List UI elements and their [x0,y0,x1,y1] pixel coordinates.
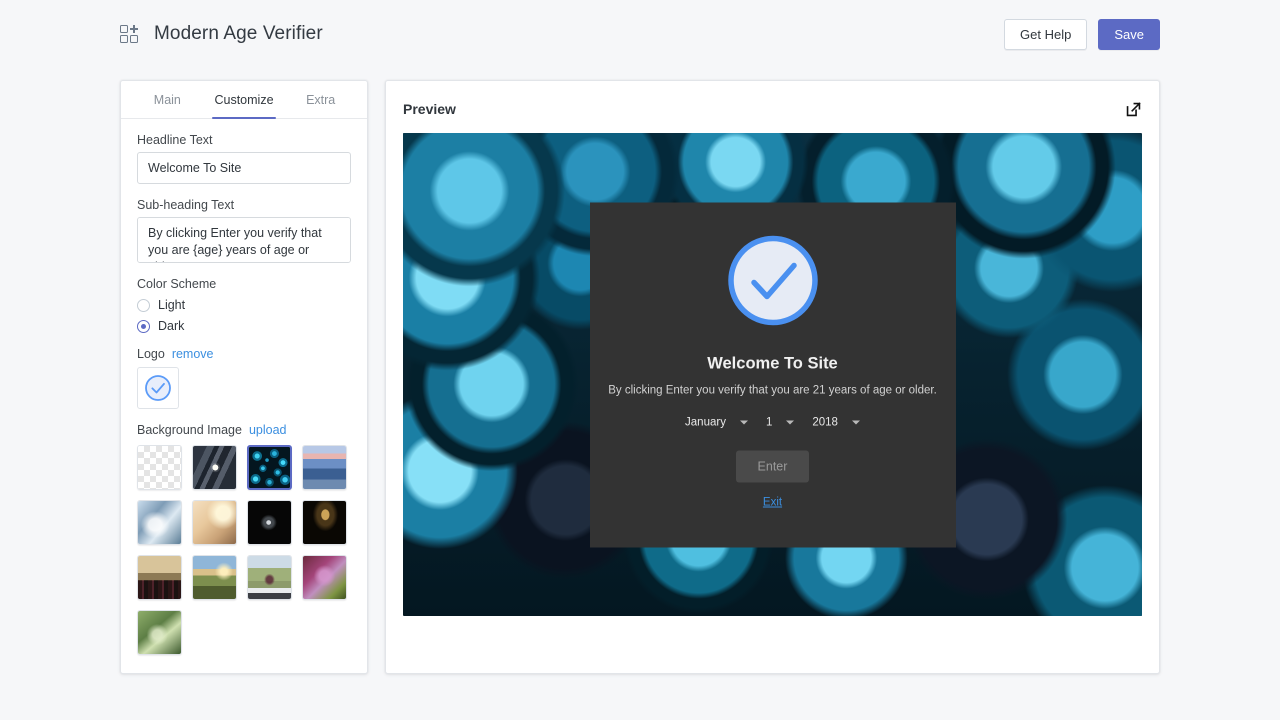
thumbnail-none-transparent[interactable] [137,445,182,490]
external-link-icon[interactable] [1125,101,1142,118]
month-select[interactable]: January [685,416,748,428]
thumbnail-blue-field-dusk[interactable] [302,445,347,490]
thumbnail-vineyard-sunset[interactable] [192,555,237,600]
radio-light-indicator [137,298,150,312]
day-value: 1 [765,416,773,428]
date-of-birth-selectors: January 1 2018 [685,416,860,428]
preview-stage: Welcome To Site By clicking Enter you ve… [403,133,1142,616]
thumbnail-wine-glass-vineyard[interactable] [247,555,292,600]
age-gate-modal: Welcome To Site By clicking Enter you ve… [589,202,956,547]
grid-plus-icon [120,24,140,44]
exit-link[interactable]: Exit [763,496,782,508]
radio-option-light[interactable]: Light [137,298,351,312]
tab-customize[interactable]: Customize [206,81,283,119]
thumbnail-smoke-gold[interactable] [302,500,347,545]
logo-label: Logo remove [137,347,351,361]
color-scheme-field: Color Scheme Light Dark [121,277,367,333]
preview-header: Preview [403,97,1142,121]
thumbnail-smoke-dark[interactable] [247,500,292,545]
check-circle-icon [727,235,818,325]
header-actions: Get Help Save [1004,18,1160,50]
app-root: Modern Age Verifier Get Help Save Main C… [0,0,1280,720]
thumbnail-hand-sunlight[interactable] [192,500,237,545]
day-select[interactable]: 1 [765,416,795,428]
thumbnail-green-plant[interactable] [137,610,182,655]
preview-panel: Preview Welcome To Site By clicking Ente… [385,80,1160,674]
thumbnail-corridor[interactable] [192,445,237,490]
app-header: Modern Age Verifier Get Help Save [0,0,1280,68]
thumbnail-blue-marbles[interactable] [247,445,292,490]
modal-subheading: By clicking Enter you verify that you ar… [608,384,937,396]
background-image-label-text: Background Image [137,423,242,437]
thumbnail-flower-purple[interactable] [302,555,347,600]
enter-button[interactable]: Enter [735,450,810,482]
background-image-field: Background Image upload [121,423,367,655]
chevron-down-icon [739,420,748,424]
chevron-down-icon [851,420,860,424]
year-value: 2018 [812,416,838,428]
background-thumbnail-grid [137,445,351,655]
thumbnail-smoke-blue[interactable] [137,500,182,545]
chevron-down-icon [786,420,795,424]
radio-light-label: Light [158,298,186,312]
subheading-label: Sub-heading Text [137,198,235,212]
background-image-label: Background Image upload [137,423,351,437]
main-content: Main Customize Extra Headline Text Sub-h… [0,68,1280,720]
settings-tabs: Main Customize Extra [121,81,367,119]
thumbnail-wine-bottles[interactable] [137,555,182,600]
year-select[interactable]: 2018 [812,416,860,428]
radio-dark-indicator [137,319,150,333]
get-help-button[interactable]: Get Help [1004,18,1088,50]
tab-main[interactable]: Main [129,81,206,118]
save-button[interactable]: Save [1098,18,1160,50]
headline-label: Headline Text [137,133,213,147]
headline-field: Headline Text [121,133,367,184]
check-circle-icon [145,375,171,401]
headline-input[interactable] [137,152,351,184]
logo-field: Logo remove [121,347,367,409]
logo-remove-link[interactable]: remove [172,347,214,361]
background-upload-link[interactable]: upload [249,423,287,437]
month-value: January [685,416,726,428]
logo-thumbnail[interactable] [137,367,179,409]
tab-extra[interactable]: Extra [282,81,359,118]
radio-dark-label: Dark [158,319,185,333]
subheading-textarea[interactable] [137,217,351,263]
page-title: Modern Age Verifier [154,23,323,44]
modal-headline: Welcome To Site [707,354,838,372]
color-scheme-label: Color Scheme [137,277,217,291]
settings-panel: Main Customize Extra Headline Text Sub-h… [120,80,368,674]
logo-label-text: Logo [137,347,165,361]
radio-option-dark[interactable]: Dark [137,319,351,333]
subheading-field: Sub-heading Text [121,198,367,263]
preview-title: Preview [403,101,456,117]
